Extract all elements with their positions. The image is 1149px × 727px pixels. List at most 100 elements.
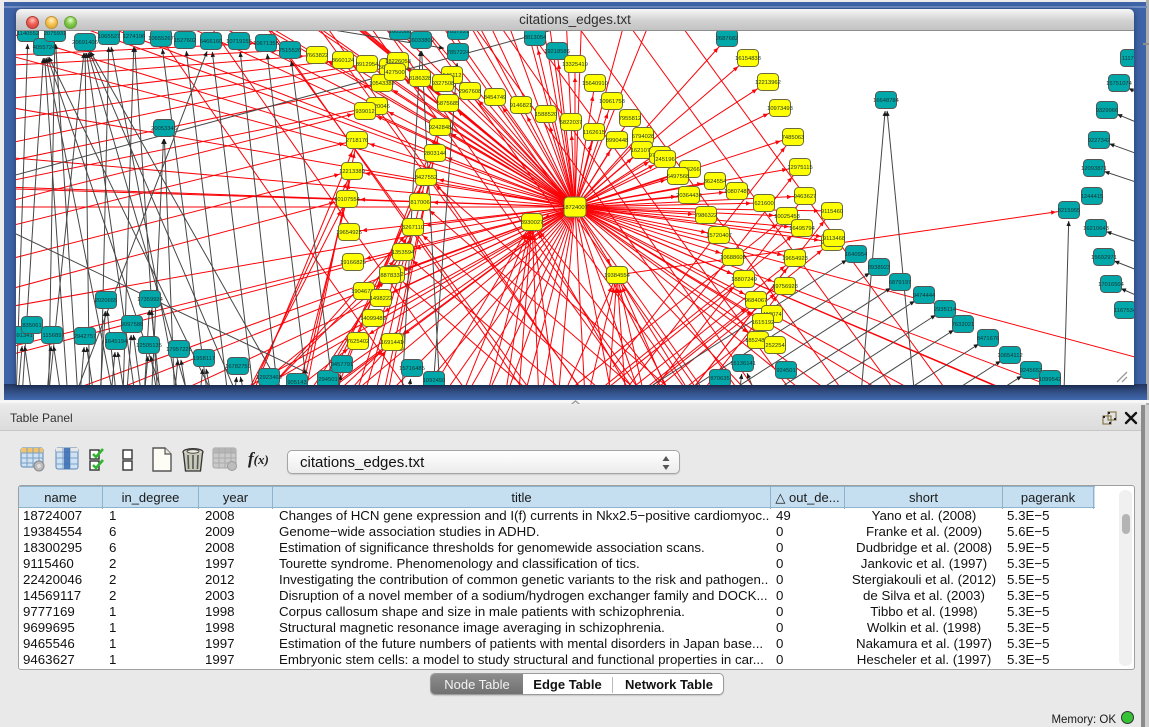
svg-text:5822037: 5822037 — [560, 120, 583, 126]
svg-text:8454749: 8454749 — [484, 95, 507, 101]
svg-text:17016504: 17016504 — [1098, 282, 1125, 288]
svg-text:621600: 621600 — [754, 201, 773, 207]
svg-text:17957225: 17957225 — [166, 347, 192, 353]
svg-text:2718176: 2718176 — [346, 138, 369, 144]
svg-text:16154838: 16154838 — [735, 56, 761, 62]
svg-text:1645194: 1645194 — [105, 339, 128, 345]
svg-text:1099542: 1099542 — [1039, 377, 1062, 383]
svg-text:15640910: 15640910 — [582, 81, 608, 87]
svg-text:8427552: 8427552 — [415, 175, 438, 181]
svg-text:15716485: 15716485 — [399, 366, 425, 372]
svg-text:13325419: 13325419 — [562, 62, 588, 68]
svg-text:19654925: 19654925 — [336, 230, 362, 236]
svg-text:16782759: 16782759 — [225, 364, 251, 370]
svg-text:8930027: 8930027 — [521, 220, 544, 226]
svg-text:10973493: 10973493 — [767, 106, 793, 112]
svg-text:7857224: 7857224 — [447, 50, 470, 56]
svg-text:2935114: 2935114 — [934, 307, 957, 313]
svg-text:887833: 887833 — [380, 273, 399, 279]
svg-text:12213389: 12213389 — [339, 169, 365, 175]
svg-text:1274196: 1274196 — [123, 34, 146, 40]
svg-text:10543382: 10543382 — [369, 81, 395, 87]
svg-text:18807249: 18807249 — [731, 277, 757, 283]
svg-text:427500: 427500 — [385, 70, 404, 76]
svg-text:294501: 294501 — [318, 377, 337, 383]
svg-text:905143: 905143 — [287, 380, 306, 385]
svg-text:10107554: 10107554 — [334, 197, 361, 203]
svg-text:10961758: 10961758 — [599, 99, 625, 105]
svg-text:7625402: 7625402 — [347, 339, 370, 345]
svg-text:8938923: 8938923 — [868, 265, 891, 271]
svg-text:16210643: 16210643 — [1083, 226, 1109, 232]
svg-text:939012: 939012 — [355, 109, 374, 115]
svg-text:20053346: 20053346 — [151, 126, 177, 132]
svg-text:19756928: 19756928 — [772, 284, 798, 290]
svg-text:4055724: 4055724 — [33, 45, 56, 51]
svg-text:1640954: 1640954 — [845, 252, 868, 258]
svg-text:12923468: 12923468 — [256, 375, 282, 381]
svg-text:9113468: 9113468 — [823, 236, 845, 242]
svg-text:2942757: 2942757 — [74, 334, 97, 340]
svg-text:8186328: 8186328 — [409, 76, 432, 82]
svg-text:1167534: 1167534 — [1114, 308, 1134, 314]
svg-text:2967608: 2967608 — [459, 89, 482, 95]
svg-text:1244415: 1244415 — [1081, 194, 1104, 200]
svg-text:9684067: 9684067 — [745, 298, 768, 304]
svg-text:835061: 835061 — [22, 323, 41, 329]
svg-text:6879197: 6879197 — [889, 280, 912, 286]
svg-text:12975115: 12975115 — [787, 165, 812, 171]
svg-text:3624554: 3624554 — [704, 179, 727, 185]
svg-text:8471676: 8471676 — [977, 336, 1000, 342]
svg-text:9463627: 9463627 — [794, 194, 817, 200]
svg-text:16033809: 16033809 — [408, 38, 434, 44]
svg-text:5875685: 5875685 — [437, 101, 460, 107]
svg-text:1065527: 1065527 — [98, 34, 121, 40]
svg-text:1140552: 1140552 — [17, 31, 39, 37]
svg-text:1691441: 1691441 — [381, 340, 404, 346]
svg-text:7515526: 7515526 — [279, 48, 302, 54]
svg-text:17359924: 17359924 — [137, 297, 164, 303]
svg-text:9097588: 9097588 — [121, 322, 144, 328]
svg-text:15692971: 15692971 — [1091, 255, 1117, 261]
svg-text:2687682: 2687682 — [716, 36, 739, 42]
svg-text:18724007: 18724007 — [562, 205, 588, 211]
svg-text:3267110: 3267110 — [402, 225, 424, 231]
svg-text:1498222: 1498222 — [370, 296, 393, 302]
svg-text:10688609: 10688609 — [720, 255, 746, 261]
svg-text:245196: 245196 — [655, 157, 674, 163]
svg-text:9245652: 9245652 — [1020, 368, 1043, 374]
svg-text:1353594: 1353594 — [392, 250, 415, 256]
svg-text:1092450: 1092450 — [423, 378, 446, 384]
svg-text:16495794: 16495794 — [789, 226, 816, 232]
svg-text:20691406: 20691406 — [72, 40, 98, 46]
svg-text:7632021: 7632021 — [952, 322, 975, 328]
svg-text:1162615: 1162615 — [583, 130, 605, 136]
svg-text:115689: 115689 — [43, 333, 62, 339]
svg-text:2075931: 2075931 — [44, 31, 67, 37]
svg-text:6794028: 6794028 — [632, 134, 655, 140]
svg-text:19654923: 19654923 — [782, 256, 808, 262]
svg-text:8912954: 8912954 — [356, 62, 379, 68]
svg-text:20364436: 20364436 — [676, 193, 702, 199]
svg-text:7663822: 7663822 — [306, 53, 329, 59]
svg-text:6466160: 6466160 — [200, 39, 223, 45]
svg-text:15720407: 15720407 — [706, 233, 732, 239]
svg-text:1603380: 1603380 — [389, 31, 412, 35]
svg-text:924501: 924501 — [776, 368, 795, 374]
svg-text:8813054: 8813054 — [524, 35, 547, 41]
svg-text:9146821: 9146821 — [510, 103, 533, 109]
svg-text:15136141: 15136141 — [730, 361, 756, 367]
svg-text:9227342: 9227342 — [1088, 138, 1111, 144]
svg-text:19166825: 19166825 — [340, 260, 366, 266]
svg-text:9327508: 9327508 — [432, 81, 455, 87]
svg-text:7485063: 7485063 — [782, 135, 805, 141]
svg-text:10654112: 10654112 — [997, 353, 1022, 359]
svg-text:9115460: 9115460 — [821, 209, 843, 215]
svg-text:1615192: 1615192 — [752, 320, 775, 326]
svg-text:252254: 252254 — [765, 343, 785, 349]
svg-text:2020655: 2020655 — [95, 298, 118, 304]
svg-text:12093871: 12093871 — [1081, 166, 1107, 172]
svg-text:1958117: 1958117 — [193, 356, 215, 362]
svg-text:8990448: 8990448 — [606, 138, 629, 144]
svg-text:8215955: 8215955 — [1058, 208, 1081, 214]
